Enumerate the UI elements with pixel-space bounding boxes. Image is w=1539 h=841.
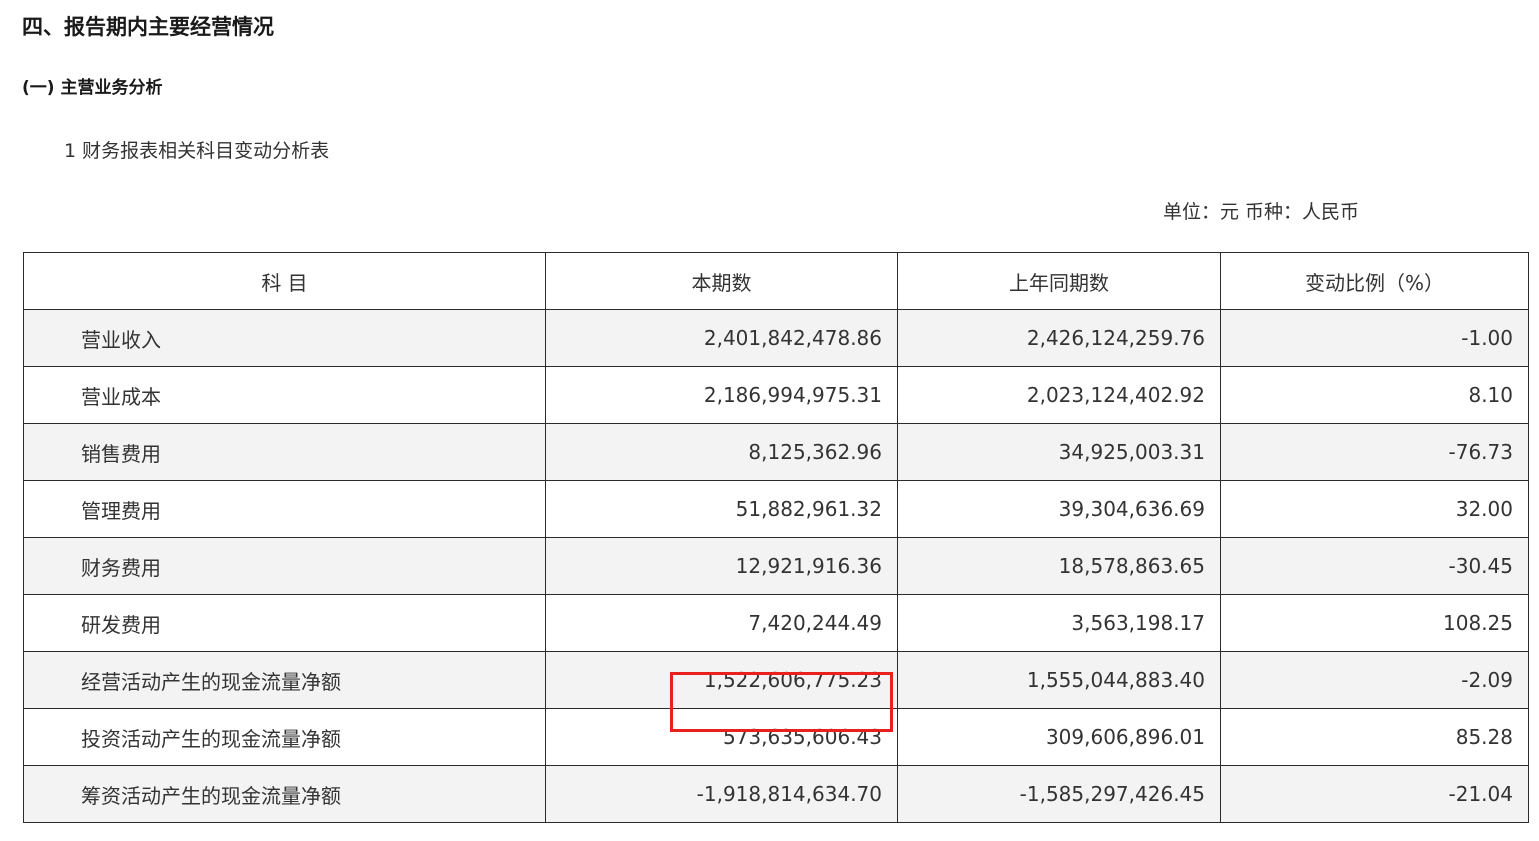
table-header-row: 科 目 本期数 上年同期数 变动比例（%） xyxy=(23,252,1529,310)
row-change-value: 85.28 xyxy=(1220,708,1529,766)
row-current-value: 8,125,362.96 xyxy=(545,423,898,481)
row-current-value: 7,420,244.49 xyxy=(545,594,898,652)
unit-note: 单位：元 币种：人民币 xyxy=(1163,201,1360,223)
row-change-value: 108.25 xyxy=(1220,594,1529,652)
row-current-value: 2,401,842,478.86 xyxy=(545,309,898,367)
row-current-value: 2,186,994,975.31 xyxy=(545,366,898,424)
row-prior-value: 1,555,044,883.40 xyxy=(897,651,1221,709)
column-header-prior: 上年同期数 xyxy=(897,252,1221,310)
row-change-value: -1.00 xyxy=(1220,309,1529,367)
row-prior-value: 39,304,636.69 xyxy=(897,480,1221,538)
row-item-label: 投资活动产生的现金流量净额 xyxy=(23,708,546,766)
row-change-value: -2.09 xyxy=(1220,651,1529,709)
subsection-title: (一) 主营业务分析 xyxy=(22,78,163,98)
row-prior-value: 18,578,863.65 xyxy=(897,537,1221,595)
table-row: 经营活动产生的现金流量净额 1,522,606,775.23 1,555,044… xyxy=(23,651,1529,709)
row-item-label: 营业成本 xyxy=(23,366,546,424)
row-current-value: 573,635,606.43 xyxy=(545,708,898,766)
row-current-value: 12,921,916.36 xyxy=(545,537,898,595)
row-change-value: 8.10 xyxy=(1220,366,1529,424)
row-item-label: 研发费用 xyxy=(23,594,546,652)
row-prior-value: 2,426,124,259.76 xyxy=(897,309,1221,367)
row-current-value: 51,882,961.32 xyxy=(545,480,898,538)
row-item-label: 经营活动产生的现金流量净额 xyxy=(23,651,546,709)
row-current-value: 1,522,606,775.23 xyxy=(545,651,898,709)
row-change-value: -30.45 xyxy=(1220,537,1529,595)
column-header-current: 本期数 xyxy=(545,252,898,310)
row-prior-value: 2,023,124,402.92 xyxy=(897,366,1221,424)
financial-change-table: 科 目 本期数 上年同期数 变动比例（%） 营业收入 2,401,842,478… xyxy=(23,252,1529,823)
row-item-label: 管理费用 xyxy=(23,480,546,538)
table-row: 营业收入 2,401,842,478.86 2,426,124,259.76 -… xyxy=(23,309,1529,367)
column-header-item: 科 目 xyxy=(23,252,546,310)
table-row: 管理费用 51,882,961.32 39,304,636.69 32.00 xyxy=(23,480,1529,538)
row-prior-value: 309,606,896.01 xyxy=(897,708,1221,766)
row-change-value: 32.00 xyxy=(1220,480,1529,538)
table-row: 研发费用 7,420,244.49 3,563,198.17 108.25 xyxy=(23,594,1529,652)
table-caption: 1 财务报表相关科目变动分析表 xyxy=(64,140,330,162)
section-title: 四、报告期内主要经营情况 xyxy=(22,15,274,39)
row-item-label: 销售费用 xyxy=(23,423,546,481)
row-prior-value: 34,925,003.31 xyxy=(897,423,1221,481)
row-change-value: -21.04 xyxy=(1220,765,1529,823)
row-item-label: 筹资活动产生的现金流量净额 xyxy=(23,765,546,823)
table-row: 营业成本 2,186,994,975.31 2,023,124,402.92 8… xyxy=(23,366,1529,424)
row-change-value: -76.73 xyxy=(1220,423,1529,481)
table-row: 财务费用 12,921,916.36 18,578,863.65 -30.45 xyxy=(23,537,1529,595)
row-current-value: -1,918,814,634.70 xyxy=(545,765,898,823)
row-prior-value: -1,585,297,426.45 xyxy=(897,765,1221,823)
table-row: 筹资活动产生的现金流量净额 -1,918,814,634.70 -1,585,2… xyxy=(23,765,1529,823)
table-row: 投资活动产生的现金流量净额 573,635,606.43 309,606,896… xyxy=(23,708,1529,766)
row-item-label: 营业收入 xyxy=(23,309,546,367)
table-row: 销售费用 8,125,362.96 34,925,003.31 -76.73 xyxy=(23,423,1529,481)
row-prior-value: 3,563,198.17 xyxy=(897,594,1221,652)
row-item-label: 财务费用 xyxy=(23,537,546,595)
column-header-change: 变动比例（%） xyxy=(1220,252,1529,310)
